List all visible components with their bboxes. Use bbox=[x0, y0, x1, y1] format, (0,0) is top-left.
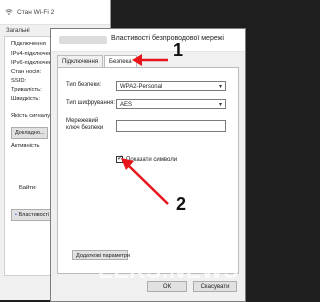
show-characters-label: Показати символи bbox=[126, 156, 178, 163]
network-key-label: Мережевий ключ безпеки bbox=[66, 118, 104, 131]
chevron-down-icon: ▾ bbox=[218, 84, 222, 90]
properties-button-label: Властивості bbox=[18, 212, 50, 218]
shield-icon: ▪ bbox=[15, 212, 17, 218]
encryption-type-select[interactable]: AES ▾ bbox=[116, 99, 226, 109]
properties-button[interactable]: ▪ Властивості bbox=[11, 209, 54, 221]
security-type-label: Тип безпеки: bbox=[66, 82, 102, 88]
security-type-value: WPA2-Personal bbox=[120, 84, 163, 90]
security-type-select[interactable]: WPA2-Personal ▾ bbox=[116, 81, 226, 91]
status-row: Швидкість: bbox=[11, 96, 41, 102]
network-key-input[interactable] bbox=[116, 120, 226, 132]
annotation-marker-1: 1 bbox=[173, 40, 184, 60]
show-characters-checkbox[interactable]: Показати символи bbox=[116, 154, 178, 163]
status-row: Стан носія: bbox=[11, 69, 42, 75]
wifi-status-titlebar: Стан Wi-Fi 2 bbox=[0, 0, 110, 25]
encryption-type-label: Тип шифрування: bbox=[66, 100, 116, 106]
wifi-icon bbox=[5, 9, 13, 15]
dialog-titlebar: Властивості безпроводової мережі bbox=[51, 29, 245, 52]
checkbox-checked[interactable] bbox=[116, 154, 123, 163]
dialog-title: Властивості безпроводової мережі bbox=[111, 35, 224, 42]
bytes-label: Байти: bbox=[19, 185, 37, 191]
chevron-down-icon: ▾ bbox=[218, 102, 222, 108]
site-watermark: EEKS.NEWS bbox=[98, 258, 240, 283]
status-row: SSID: bbox=[11, 78, 27, 84]
signal-quality-label: Якість сигналу: bbox=[11, 113, 52, 119]
details-button[interactable]: Докладно... bbox=[11, 127, 49, 139]
blurred-network-name bbox=[59, 36, 107, 44]
tab-general[interactable]: Загальні bbox=[6, 28, 30, 34]
section-connection: Підключення bbox=[11, 41, 46, 47]
section-activity: Активність bbox=[11, 143, 40, 149]
encryption-type-value: AES bbox=[120, 102, 133, 108]
status-row: Тривалість: bbox=[11, 87, 42, 93]
wifi-status-title: Стан Wi-Fi 2 bbox=[17, 8, 55, 16]
annotation-marker-2: 2 bbox=[176, 194, 187, 214]
security-panel: Тип безпеки: WPA2-Personal ▾ Тип шифрува… bbox=[57, 67, 239, 274]
